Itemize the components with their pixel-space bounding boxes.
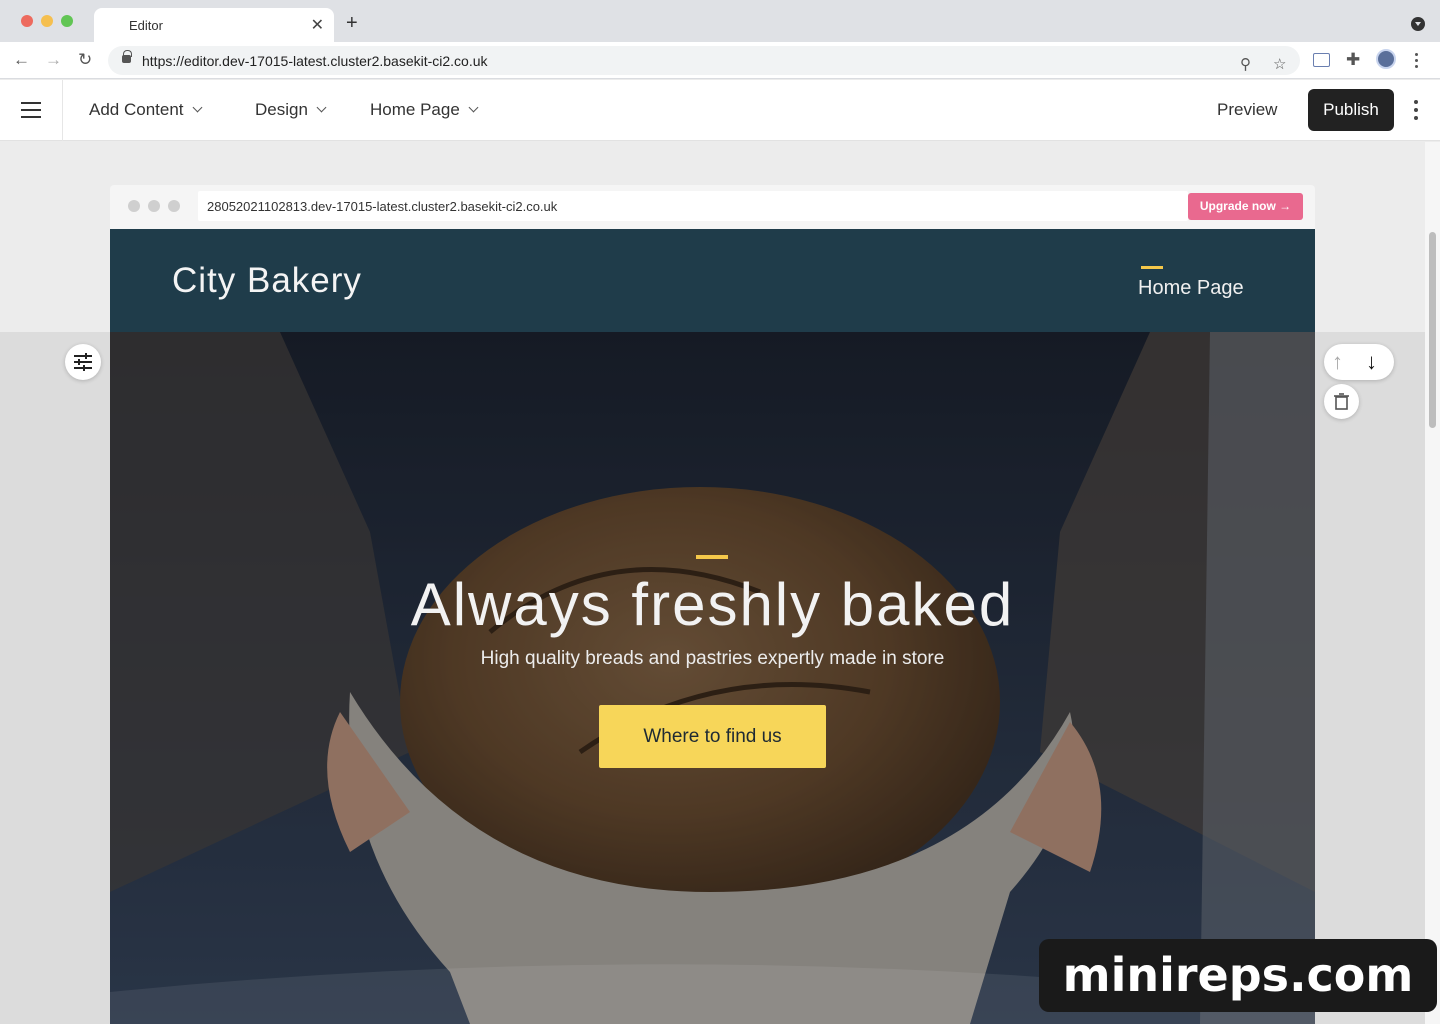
preview-frame-bar: 28052021102813.dev-17015-latest.cluster2…: [110, 185, 1315, 229]
hero-section[interactable]: Always freshly baked High quality breads…: [110, 332, 1315, 1024]
section-settings-button[interactable]: [65, 344, 101, 380]
scrollbar-thumb[interactable]: [1429, 232, 1436, 428]
window-close-button[interactable]: [21, 15, 33, 27]
add-content-label: Add Content: [89, 100, 184, 119]
headline-accent-bar: [696, 555, 728, 559]
address-bar[interactable]: https://editor.dev-17015-latest.cluster2…: [108, 46, 1300, 75]
preview-button[interactable]: Preview: [1217, 100, 1277, 120]
move-down-icon[interactable]: ↓: [1366, 349, 1377, 375]
nav-item-home[interactable]: Home Page: [1138, 277, 1244, 300]
design-label: Design: [255, 100, 308, 119]
address-url[interactable]: https://editor.dev-17015-latest.cluster2…: [142, 53, 488, 69]
lock-icon: [122, 50, 132, 63]
section-move-controls: ↑ ↓: [1324, 344, 1394, 380]
nav-active-indicator: [1141, 266, 1163, 269]
hero-subtitle[interactable]: High quality breads and pastries expertl…: [110, 648, 1315, 670]
extension-window-icon[interactable]: [1313, 53, 1330, 67]
hamburger-menu-icon[interactable]: [0, 80, 63, 141]
chevron-down-icon: [468, 102, 479, 113]
tab-search-icon[interactable]: [1411, 17, 1425, 31]
delete-section-button[interactable]: [1324, 384, 1359, 419]
window-minimize-button[interactable]: [41, 15, 53, 27]
browser-address-row: ← → ↻ https://editor.dev-17015-latest.cl…: [0, 42, 1440, 79]
chevron-down-icon: [316, 102, 327, 113]
hero-headline[interactable]: Always freshly baked: [110, 570, 1315, 639]
browser-menu-icon[interactable]: [1415, 53, 1419, 68]
editor-toolbar: Add Content Design Home Page Preview Pub…: [0, 80, 1440, 141]
more-options-icon[interactable]: [1414, 100, 1419, 124]
page-select-label: Home Page: [370, 100, 460, 119]
trash-icon: [1334, 393, 1349, 410]
back-icon[interactable]: ←: [13, 50, 30, 70]
where-to-find-us-button[interactable]: Where to find us: [599, 705, 826, 768]
browser-tab-strip: Editor ✕ +: [0, 0, 1440, 42]
hero-background-image: [110, 332, 1315, 1024]
bookmark-star-icon[interactable]: ☆: [1273, 55, 1286, 73]
sliders-icon: [74, 353, 92, 371]
reload-icon[interactable]: ↻: [78, 50, 92, 70]
profile-avatar[interactable]: [1376, 49, 1396, 69]
frame-dot: [128, 200, 140, 212]
extensions-puzzle-icon[interactable]: ✚: [1346, 50, 1360, 70]
move-up-icon[interactable]: ↑: [1332, 349, 1343, 375]
site-brand[interactable]: City Bakery: [172, 261, 362, 301]
browser-tab[interactable]: Editor ✕: [94, 8, 334, 42]
tab-close-icon[interactable]: ✕: [311, 15, 324, 35]
tab-title: Editor: [129, 18, 163, 33]
add-content-menu[interactable]: Add Content: [89, 100, 202, 120]
site-header[interactable]: City Bakery Home Page: [110, 229, 1315, 332]
design-menu[interactable]: Design: [255, 100, 327, 120]
site-url: 28052021102813.dev-17015-latest.cluster2…: [198, 191, 1188, 221]
frame-dot: [168, 200, 180, 212]
window-zoom-button[interactable]: [61, 15, 73, 27]
zoom-icon[interactable]: ⚲: [1240, 55, 1251, 73]
upgrade-now-button[interactable]: Upgrade now →: [1188, 193, 1303, 220]
publish-button[interactable]: Publish: [1308, 89, 1394, 131]
frame-dot: [148, 200, 160, 212]
watermark: minireps.com: [1039, 939, 1437, 1012]
forward-icon[interactable]: →: [45, 50, 62, 70]
chevron-down-icon: [192, 102, 202, 113]
new-tab-icon[interactable]: +: [346, 12, 358, 35]
page-select-menu[interactable]: Home Page: [370, 100, 479, 120]
